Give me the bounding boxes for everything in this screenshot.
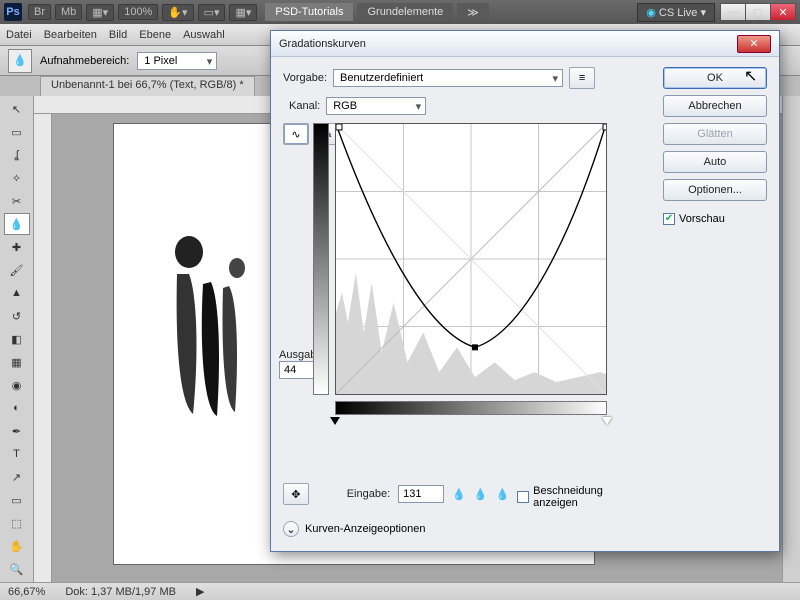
white-eyedropper-icon[interactable]: 💧	[496, 488, 510, 501]
show-clipping-checkbox[interactable]: Beschneidung anzeigen	[517, 485, 649, 509]
input-label: Eingabe:	[347, 488, 390, 500]
app-logo: Ps	[4, 3, 22, 21]
window-close-button[interactable]: ✕	[770, 3, 796, 21]
chevron-down-icon: ⌄	[283, 521, 299, 537]
minibridge-chip[interactable]: Mb	[55, 4, 82, 20]
zoom-tool[interactable]: 🔍	[4, 558, 30, 580]
cslive-menu[interactable]: ◉ CS Live ▾	[637, 3, 715, 22]
curve-display-disclosure[interactable]: ⌄ Kurven-Anzeigeoptionen	[283, 521, 649, 537]
zoom-chip[interactable]: 100%	[118, 4, 158, 20]
auto-button[interactable]: Auto	[663, 151, 767, 173]
targeted-adjust-icon[interactable]: ✥	[283, 483, 309, 505]
ok-button[interactable]: OK	[663, 67, 767, 89]
smooth-button[interactable]: Glätten	[663, 123, 767, 145]
curve-mode-point-icon[interactable]: ∿	[283, 123, 309, 145]
eraser-tool[interactable]: ◧	[4, 328, 30, 350]
cslive-label: CS Live	[659, 7, 698, 19]
type-tool[interactable]: T	[4, 443, 30, 465]
dialog-title: Gradationskurven	[279, 38, 366, 50]
canvas-artwork	[159, 234, 279, 424]
history-tool[interactable]: ↺	[4, 305, 30, 327]
crop-tool[interactable]: ✂	[4, 190, 30, 212]
wand-tool[interactable]: ✧	[4, 167, 30, 189]
samplesize-label: Aufnahmebereich:	[40, 55, 129, 67]
white-point-slider[interactable]	[602, 417, 612, 425]
black-point-slider[interactable]	[330, 417, 340, 425]
pen-tool[interactable]: ✒	[4, 420, 30, 442]
screen-chip[interactable]: ▭▾	[198, 4, 226, 21]
heal-tool[interactable]: ✚	[4, 236, 30, 258]
curves-dialog: Gradationskurven ✕ Vorgabe: Benutzerdefi…	[270, 30, 780, 552]
toolbox: ↖ ▭ ʆ ✧ ✂ 💧 ✚ 🖌 ▲ ↺ ◧ ▦ ◉ ◐ ✒ T ↗ ▭ ⬚ ✋ …	[0, 96, 34, 582]
preset-menu-icon[interactable]: ≡	[569, 67, 595, 89]
menu-select[interactable]: Auswahl	[183, 29, 225, 41]
channel-dropdown[interactable]: RGB	[326, 97, 426, 115]
path-tool[interactable]: ↗	[4, 466, 30, 488]
black-eyedropper-icon[interactable]: 💧	[452, 488, 466, 501]
disclosure-label: Kurven-Anzeigeoptionen	[305, 523, 425, 535]
marquee-tool[interactable]: ▭	[4, 121, 30, 143]
gray-eyedropper-icon[interactable]: 💧	[474, 488, 488, 501]
dodge-tool[interactable]: ◐	[4, 397, 30, 419]
right-dock[interactable]	[782, 96, 800, 582]
eyedropper-tool[interactable]: 💧	[4, 213, 30, 235]
bridge-chip[interactable]: Br	[28, 4, 51, 20]
preview-checkbox[interactable]: ✔Vorschau	[663, 213, 767, 225]
window-maximize-button[interactable]: ▢	[745, 3, 771, 21]
options-button[interactable]: Optionen...	[663, 179, 767, 201]
channel-label: Kanal:	[289, 100, 320, 112]
lasso-tool[interactable]: ʆ	[4, 144, 30, 166]
gradient-horizontal	[335, 401, 607, 415]
arrange-chip[interactable]: ▦▾	[86, 4, 114, 21]
3d-tool[interactable]: ⬚	[4, 512, 30, 534]
window-minimize-button[interactable]: —	[720, 3, 746, 21]
menu-image[interactable]: Bild	[109, 29, 127, 41]
dialog-titlebar[interactable]: Gradationskurven ✕	[271, 31, 779, 57]
show-clipping-label: Beschneidung anzeigen	[533, 485, 649, 509]
brush-tool[interactable]: 🖌	[4, 259, 30, 281]
document-tab[interactable]: Unbenannt-1 bei 66,7% (Text, RGB/8) *	[40, 76, 255, 96]
gradient-tool[interactable]: ▦	[4, 351, 30, 373]
move-tool[interactable]: ↖	[4, 98, 30, 120]
curves-grid[interactable]	[335, 123, 607, 395]
workspace-tab-other[interactable]: Grundelemente	[357, 3, 453, 21]
status-docsize[interactable]: Dok: 1,37 MB/1,97 MB	[65, 586, 176, 598]
ruler-vertical	[34, 114, 52, 582]
hand-chip[interactable]: ✋▾	[162, 4, 193, 21]
hand-tool[interactable]: ✋	[4, 535, 30, 557]
samplesize-dropdown[interactable]: 1 Pixel	[137, 52, 217, 70]
status-bar: 66,67% Dok: 1,37 MB/1,97 MB ▶	[0, 582, 800, 600]
menu-file[interactable]: Datei	[6, 29, 32, 41]
shape-tool[interactable]: ▭	[4, 489, 30, 511]
blur-tool[interactable]: ◉	[4, 374, 30, 396]
status-arrow-icon: ▶	[196, 585, 204, 598]
eyedropper-icon[interactable]: 💧	[8, 49, 32, 73]
menu-layer[interactable]: Ebene	[139, 29, 171, 41]
stamp-tool[interactable]: ▲	[4, 282, 30, 304]
gradient-vertical	[313, 123, 329, 395]
menu-edit[interactable]: Bearbeiten	[44, 29, 97, 41]
status-zoom[interactable]: 66,67%	[8, 586, 45, 598]
workspace-tab-more[interactable]: ≫	[457, 3, 489, 22]
workspace-tab-active[interactable]: PSD-Tutorials	[265, 3, 353, 21]
preset-dropdown[interactable]: Benutzerdefiniert	[333, 69, 563, 87]
dialog-close-button[interactable]: ✕	[737, 35, 771, 53]
preset-label: Vorgabe:	[283, 72, 327, 84]
input-field[interactable]	[398, 485, 444, 503]
app-titlebar: Ps Br Mb ▦▾ 100% ✋▾ ▭▾ ▦▾ PSD-Tutorials …	[0, 0, 800, 24]
preview-label: Vorschau	[679, 213, 725, 225]
extras-chip[interactable]: ▦▾	[229, 4, 257, 21]
cancel-button[interactable]: Abbrechen	[663, 95, 767, 117]
